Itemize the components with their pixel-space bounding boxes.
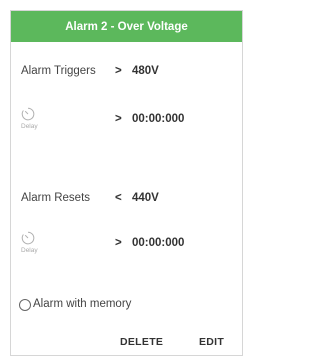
reset-operator: < [115,192,122,204]
reset-delay-row[interactable]: Delay > 00:00:000 [11,231,242,257]
timer-icon [21,231,35,245]
dialog-title: Alarm 2 - Over Voltage [65,20,188,33]
delete-button[interactable]: DELETE [120,336,163,348]
trigger-operator: > [115,65,122,77]
memory-label: Alarm with memory [33,298,132,310]
trigger-value: 480V [132,65,159,77]
dialog-header: Alarm 2 - Over Voltage [11,11,242,42]
trigger-label: Alarm Triggers [21,65,96,77]
reset-delay-value: 00:00:000 [132,237,185,249]
memory-option[interactable]: Alarm with memory [11,298,242,314]
reset-label: Alarm Resets [21,192,91,204]
trigger-delay-label: Delay [21,123,38,130]
alarm-dialog: Alarm 2 - Over Voltage Alarm Triggers > … [10,10,243,356]
reset-delay-operator: > [115,237,122,249]
reset-delay-label: Delay [21,247,38,254]
trigger-delay-value: 00:00:000 [132,113,185,125]
reset-row[interactable]: Alarm Resets < 440V [11,192,242,208]
reset-value: 440V [132,192,159,204]
edit-button[interactable]: EDIT [199,336,224,348]
memory-radio[interactable] [19,299,31,311]
timer-icon [21,107,35,121]
trigger-row[interactable]: Alarm Triggers > 480V [11,65,242,81]
trigger-delay-operator: > [115,113,122,125]
trigger-delay-row[interactable]: Delay > 00:00:000 [11,107,242,133]
